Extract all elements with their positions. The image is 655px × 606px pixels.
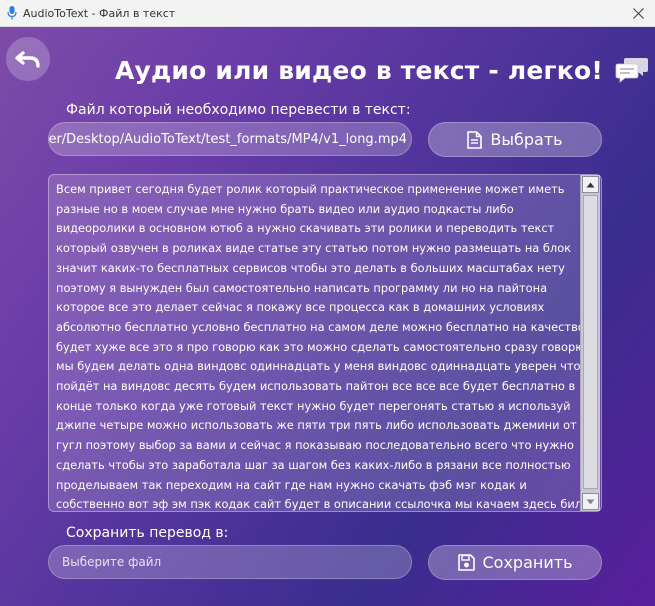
transcript-line: который озвучен в роликах виде статье эт… <box>56 241 572 256</box>
save-button[interactable]: Сохранить <box>428 545 602 580</box>
back-button[interactable] <box>6 37 50 81</box>
transcript-line: поэтому я вынужден был самостоятельно на… <box>56 280 548 295</box>
transcript-line: конце только когда уже готовый текст нуж… <box>56 398 571 413</box>
title-bar: AudioToText - Файл в текст <box>0 0 655 27</box>
transcript-line: гугл поэтому выбор за вами и сейчас я по… <box>56 438 574 453</box>
transcript-line: пойдёт на виндовс десять будем использов… <box>56 379 576 394</box>
close-icon <box>632 7 644 19</box>
window-title: AudioToText - Файл в текст <box>23 6 176 20</box>
document-icon <box>467 130 483 149</box>
transcript-line: абсолютно бесплатно условно бесплатно на… <box>56 319 585 334</box>
transcript-line: сделать чтобы это заработала шаг за шаго… <box>56 457 571 472</box>
choose-file-label: Выбрать <box>490 130 563 149</box>
choose-file-button[interactable]: Выбрать <box>428 122 602 157</box>
main-panel: Аудио или видео в текст - легко! Файл ко… <box>0 27 655 606</box>
source-file-label: Файл который необходимо перевести в текс… <box>66 102 411 118</box>
source-file-path-value: ers/User/Desktop/AudioToText/test_format… <box>48 131 407 147</box>
transcript-line: значит каких-то бесплатных сервисов чтоб… <box>56 260 565 275</box>
save-path-placeholder: Выберите файл <box>62 555 162 569</box>
transcript-line: проделываем так переходим на сайт где на… <box>56 477 527 492</box>
scroll-thumb[interactable] <box>583 195 598 489</box>
save-button-label: Сохранить <box>482 553 573 572</box>
arrow-up-icon <box>586 182 595 187</box>
transcript-line: мы будем делать одна виндовс одиннадцать… <box>56 359 581 374</box>
transcript-line: собственно вот эф эм пэк кодак сайт буде… <box>56 497 590 512</box>
transcript-line: Всем привет сегодня будет ролик который … <box>56 182 565 196</box>
transcript-scrollbar[interactable] <box>580 175 600 511</box>
chat-bubbles-icon <box>615 58 648 83</box>
source-file-path-input[interactable]: ers/User/Desktop/AudioToText/test_format… <box>48 122 412 156</box>
page-title: Аудио или видео в текст - легко! <box>115 55 603 85</box>
floppy-disk-icon <box>457 554 475 571</box>
undo-arrow-icon <box>15 51 40 68</box>
save-destination-label: Сохранить перевод в: <box>66 525 229 541</box>
save-path-input[interactable]: Выберите файл <box>48 545 412 579</box>
scroll-down-button[interactable] <box>582 493 599 510</box>
transcript-text: Всем привет сегодня будет ролик который … <box>56 180 590 512</box>
page-heading: Аудио или видео в текст - легко! <box>115 53 649 87</box>
transcript-line: видеоролики в основном ютюб а нужно скач… <box>56 221 555 236</box>
transcript-line: джипе четыре можно использовать же пяти … <box>56 418 577 433</box>
arrow-down-icon <box>586 499 595 504</box>
scroll-up-button[interactable] <box>582 176 599 193</box>
close-button[interactable] <box>629 4 647 22</box>
transcript-textarea[interactable]: Всем привет сегодня будет ролик который … <box>48 174 602 512</box>
transcript-line: которое все это делает сейчас я покажу в… <box>56 300 545 315</box>
transcript-line: разные но в моем случае мне нужно брать … <box>56 201 514 216</box>
transcript-line: будет хуже все это я про говорю как это … <box>56 339 585 354</box>
microphone-icon <box>7 6 17 20</box>
